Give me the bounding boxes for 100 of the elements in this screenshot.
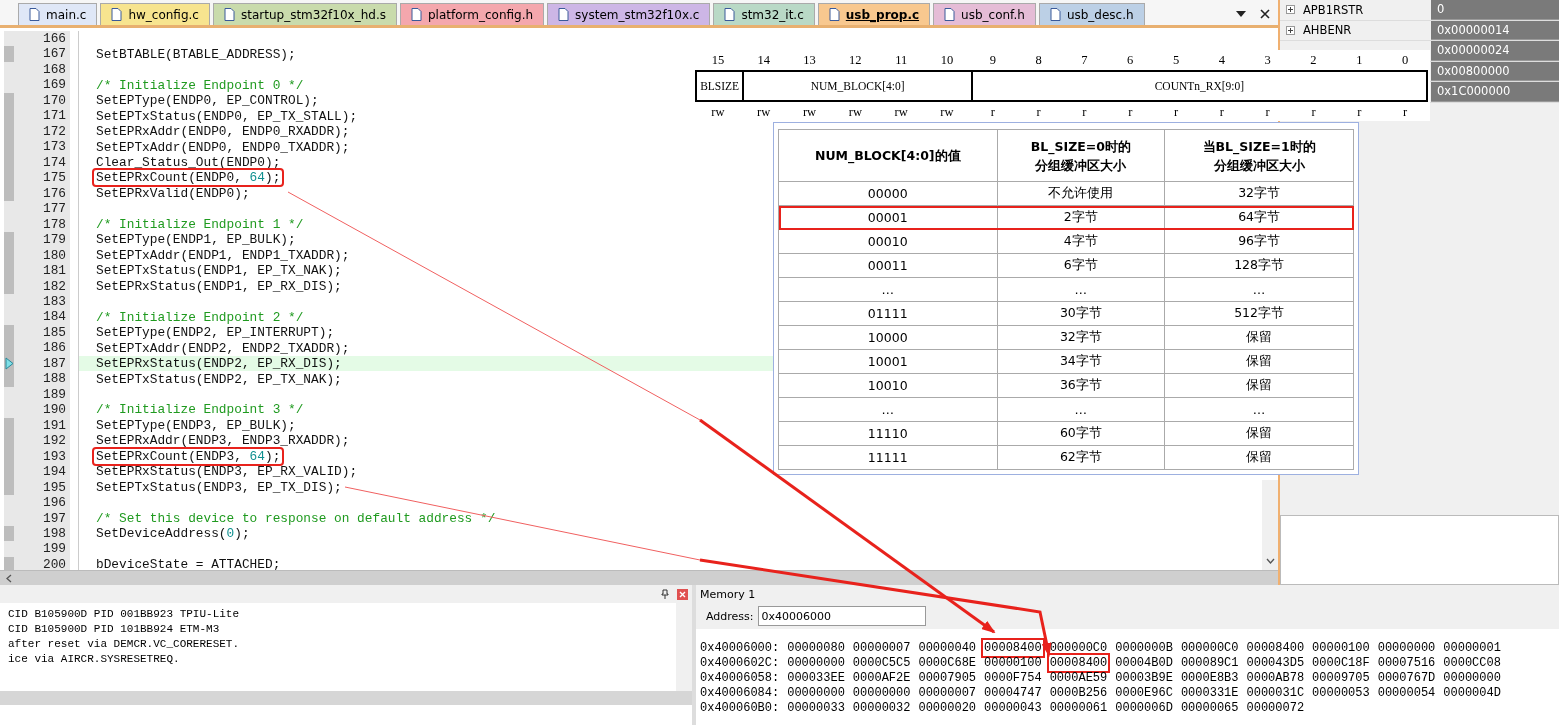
code-comment: /* Set this device to response on default address */ (95, 510, 497, 526)
scroll-left-icon[interactable] (6, 573, 12, 583)
memory-value: 0000C68E (918, 655, 977, 670)
bit-number: 12 (848, 52, 863, 68)
line-number: 190 (14, 402, 70, 418)
file-tab[interactable]: startup_stm32f10x_hd.s (212, 3, 397, 25)
scrollbar[interactable] (676, 603, 692, 691)
file-icon (410, 8, 422, 21)
memory-value: 0000C5C5 (852, 655, 911, 670)
code-line: SetEPRxAddr(ENDP3, ENDP3_RXADDR); (95, 433, 351, 449)
pin-icon[interactable] (661, 589, 669, 599)
register-value: 0x00000024 (1437, 43, 1510, 58)
memory-value: 00000065 (1180, 700, 1239, 715)
access-type: r (1356, 104, 1363, 120)
memory-address: 0x400060B0: (700, 700, 780, 715)
code-line: SetEPTxStatus(ENDP0, EP_TX_STALL); (95, 108, 359, 124)
file-tab[interactable]: hw_config.c (100, 3, 210, 25)
bit-number: 1 (1355, 52, 1364, 68)
file-tab[interactable]: system_stm32f10x.c (547, 3, 711, 25)
output-line: ice via AIRCR.SYSRESETREQ. (7, 652, 181, 667)
table-cell: 保留 (1164, 325, 1354, 350)
line-number: 173 (14, 139, 70, 155)
line-number: 184 (14, 309, 70, 325)
file-icon (111, 8, 123, 21)
memory-value: 0000000B (1115, 640, 1173, 655)
address-field[interactable]: 0x40006000 (757, 606, 926, 626)
access-type: rw (847, 104, 863, 120)
table-cell: 10001 (778, 349, 997, 374)
line-number: 194 (14, 464, 70, 480)
table-cell: 10000 (778, 325, 997, 350)
dropdown-icon[interactable] (1236, 10, 1246, 18)
line-number: 167 (14, 46, 70, 62)
memory-value: 00008400 (984, 640, 1042, 655)
access-type: r (989, 104, 996, 120)
table-cell: 128字节 (1164, 253, 1354, 278)
file-icon (558, 8, 570, 21)
memory-value: 00003B9E (1115, 670, 1173, 685)
file-icon (828, 8, 840, 21)
memory-value: 00000000 (1443, 670, 1501, 685)
access-type: rw (756, 104, 772, 120)
code-comment: /* Initialize Endpoint 1 */ (95, 216, 305, 232)
file-tab[interactable]: main.c (18, 3, 98, 25)
access-type: r (1218, 104, 1225, 120)
table-cell: 01111 (778, 301, 997, 326)
file-tab[interactable]: usb_desc.h (1038, 3, 1145, 25)
table-cell: 512字节 (1164, 301, 1354, 326)
scroll-down-icon[interactable] (1265, 558, 1275, 564)
scrollbar[interactable] (0, 691, 692, 705)
line-number: 186 (14, 340, 70, 356)
code-line: SetEPType(ENDP2, EP_INTERRUPT); (95, 325, 336, 341)
code-comment: /* Initialize Endpoint 2 */ (95, 309, 305, 325)
memory-value: 00000100 (1312, 640, 1370, 655)
column-header: BL_SIZE=0时的 (1029, 137, 1132, 156)
table-cell: 00001 (778, 205, 997, 230)
bit-number: 9 (988, 52, 997, 68)
code-line: SetDeviceAddress(0); (95, 526, 251, 542)
file-tab[interactable]: platform_config.h (399, 3, 545, 25)
memory-address: 0x40006000: (700, 640, 780, 655)
file-tab[interactable]: usb_conf.h (933, 3, 1036, 25)
memory-value: 0000C18F (1312, 655, 1370, 670)
register-name: AHBENR (1303, 23, 1352, 38)
scrollbar[interactable] (1262, 480, 1278, 570)
scrollbar[interactable] (0, 570, 1278, 585)
code-line: SetEPTxStatus(ENDP2, EP_TX_NAK); (95, 371, 343, 387)
bit-number: 15 (710, 52, 726, 68)
file-icon (944, 8, 956, 21)
memory-address: 0x4000602C: (700, 655, 780, 670)
output-line: CID B105900D PID 001BB923 TPIU-Lite (7, 607, 241, 622)
memory-value: 00000100 (984, 655, 1042, 670)
memory-address: 0x40006058: (700, 670, 780, 685)
file-icon (223, 8, 235, 21)
table-cell: … (778, 397, 997, 422)
close-icon[interactable] (1260, 9, 1270, 19)
table-cell: … (997, 277, 1165, 302)
code-line: SetEPTxAddr(ENDP1, ENDP1_TXADDR); (95, 247, 351, 263)
table-cell: 30字节 (997, 301, 1165, 326)
address-label: Address: (706, 609, 754, 623)
table-cell: … (778, 277, 997, 302)
memory-value: 0000CC08 (1443, 655, 1501, 670)
memory-value: 00008400 (1049, 655, 1108, 670)
code-line: SetEPType(ENDP0, EP_CONTROL); (95, 93, 320, 109)
file-tab[interactable]: stm32_it.c (713, 3, 815, 25)
line-number: 188 (14, 371, 70, 387)
line-number: 196 (14, 495, 70, 511)
bit-number: 11 (894, 52, 909, 68)
line-number: 169 (14, 77, 70, 93)
access-type: rw (710, 104, 726, 120)
expand-icon[interactable] (1286, 5, 1295, 15)
expand-icon[interactable] (1286, 25, 1295, 35)
register-name: APB1RSTR (1303, 2, 1364, 17)
file-tab[interactable]: usb_prop.c (817, 3, 931, 25)
memory-value: 00007905 (918, 670, 977, 685)
table-cell: 保留 (1164, 445, 1354, 470)
bit-number: 0 (1400, 52, 1410, 68)
access-type: rw (893, 104, 909, 120)
table-cell: 00011 (778, 253, 997, 278)
column-header: 当BL_SIZE=1时的 (1201, 137, 1317, 156)
bit-number: 6 (1126, 52, 1135, 68)
memory-value: 000089C1 (1180, 655, 1239, 670)
code-line: SetEPRxValid(ENDP0); (95, 185, 251, 201)
